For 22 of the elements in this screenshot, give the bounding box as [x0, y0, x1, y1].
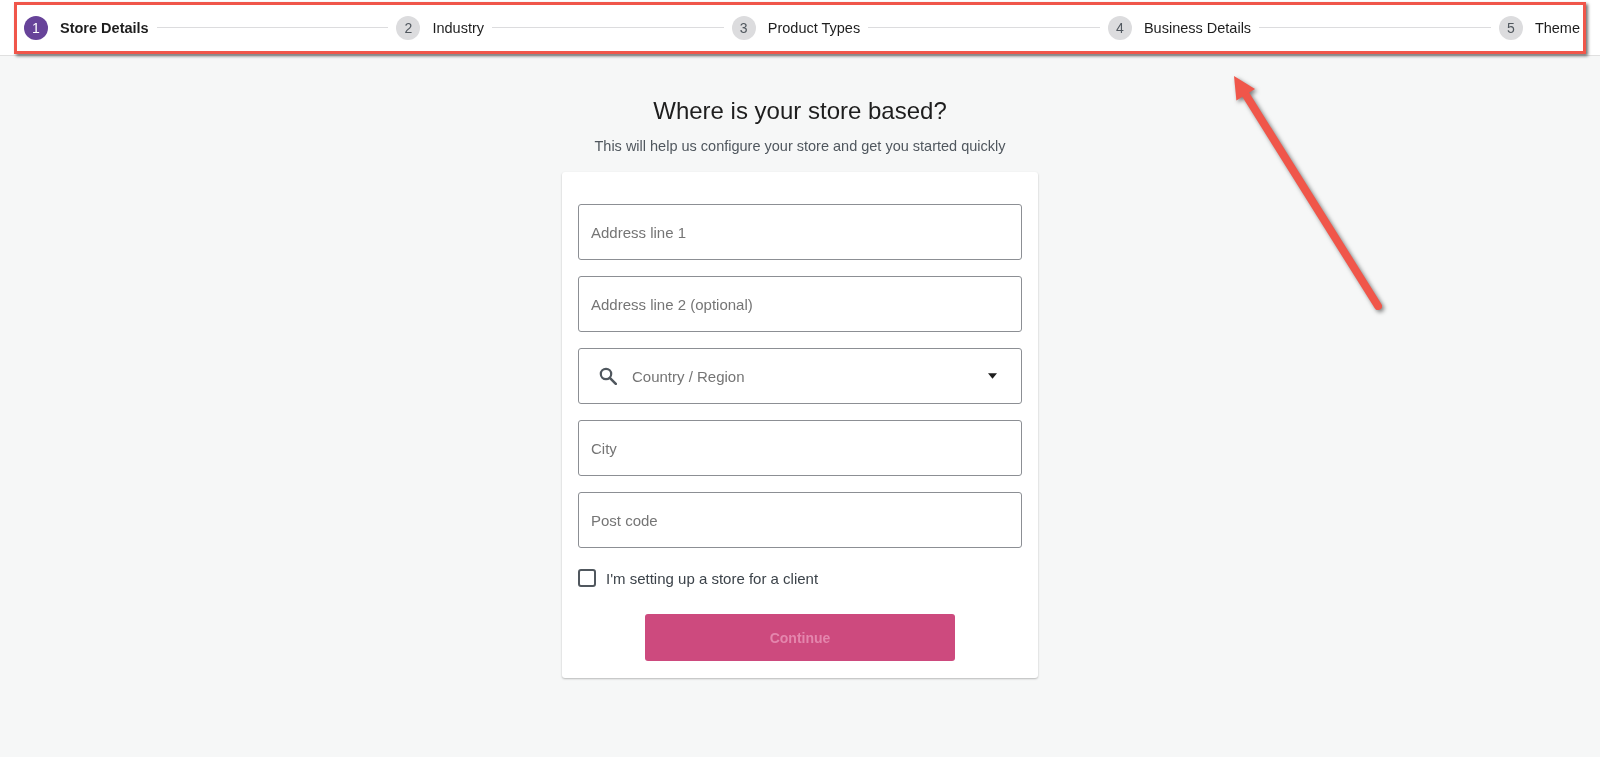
step-label: Store Details	[60, 19, 149, 36]
step-number: 5	[1498, 15, 1523, 40]
step-number: 3	[731, 15, 756, 40]
input-field[interactable]: Post code	[578, 492, 1022, 548]
step-number: 2	[396, 15, 421, 40]
caret-icon	[988, 373, 997, 379]
dropdown-field[interactable]: Country / Region	[578, 348, 1022, 404]
page-subtitle: This will help us configure your store and get you started quickly	[594, 137, 1006, 156]
input-field[interactable]: Address line 1	[578, 204, 1022, 260]
checkbox-label[interactable]: I'm setting up a store for a client	[606, 569, 819, 587]
step-label: Industry	[432, 19, 484, 36]
step-number: 4	[1107, 15, 1132, 40]
step-label: Business Details	[1143, 19, 1252, 36]
step-label: Theme	[1534, 19, 1580, 36]
input-field[interactable]: Address line 2 (optional)	[578, 276, 1022, 332]
page-title: Where is your store based?	[653, 96, 947, 126]
input-field[interactable]: City	[578, 420, 1022, 476]
search-input[interactable]: Country / Region	[632, 367, 988, 385]
step-label: Product Types	[767, 19, 861, 36]
step-number: 1	[24, 15, 48, 40]
search-icon	[599, 367, 617, 385]
checkbox[interactable]	[578, 569, 596, 587]
